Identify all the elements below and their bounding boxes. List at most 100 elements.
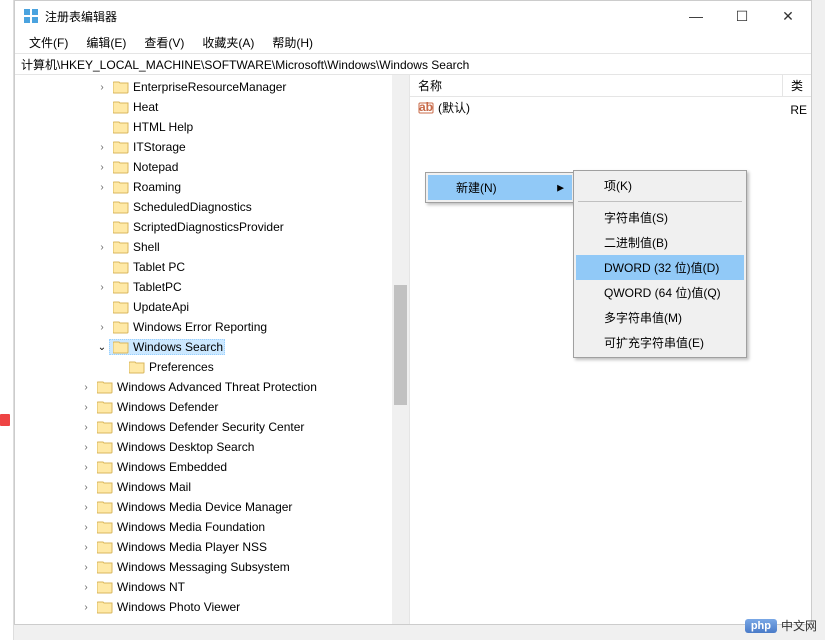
folder-icon bbox=[113, 140, 129, 154]
tree-label-wrap: Notepad bbox=[109, 160, 180, 174]
context-menu-separator bbox=[578, 201, 742, 202]
menu-edit[interactable]: 编辑(E) bbox=[78, 32, 134, 53]
address-text: 计算机\HKEY_LOCAL_MACHINE\SOFTWARE\Microsof… bbox=[21, 56, 469, 73]
tree-node-windows-media-foundation[interactable]: ›Windows Media Foundation bbox=[15, 517, 409, 537]
tree-node-shell[interactable]: ›Shell bbox=[15, 237, 409, 257]
tree-scrollbar[interactable] bbox=[392, 75, 409, 624]
chevron-right-icon[interactable]: › bbox=[95, 242, 109, 253]
close-button[interactable]: ✕ bbox=[765, 1, 811, 31]
tree-node-enterpriseresourcemanager[interactable]: › EnterpriseResourceManager bbox=[15, 77, 409, 97]
tree-node-scripteddiagnosticsprovider[interactable]: ScriptedDiagnosticsProvider bbox=[15, 217, 409, 237]
chevron-right-icon[interactable]: › bbox=[95, 82, 109, 93]
chevron-right-icon[interactable]: › bbox=[95, 162, 109, 173]
folder-icon bbox=[97, 500, 113, 514]
chevron-right-icon[interactable]: › bbox=[79, 442, 93, 453]
folder-icon bbox=[113, 320, 129, 334]
chevron-right-icon[interactable]: › bbox=[95, 282, 109, 293]
tree-node-windows-advanced-threat-protection[interactable]: ›Windows Advanced Threat Protection bbox=[15, 377, 409, 397]
chevron-right-icon[interactable]: › bbox=[79, 422, 93, 433]
tree-node-preferences[interactable]: Preferences bbox=[15, 357, 409, 377]
chevron-right-icon[interactable]: › bbox=[79, 542, 93, 553]
tree-node-tablet-pc[interactable]: Tablet PC bbox=[15, 257, 409, 277]
tree-node-heat[interactable]: Heat bbox=[15, 97, 409, 117]
list-data-prefix: RE bbox=[790, 103, 807, 117]
tree-node-label: TabletPC bbox=[133, 280, 182, 294]
chevron-right-icon[interactable]: › bbox=[95, 142, 109, 153]
context-item-dword[interactable]: DWORD (32 位)值(D) bbox=[576, 255, 744, 280]
context-item-expandstring[interactable]: 可扩充字符串值(E) bbox=[576, 330, 744, 355]
chevron-right-icon[interactable]: › bbox=[95, 182, 109, 193]
chevron-right-icon[interactable]: › bbox=[79, 482, 93, 493]
tree-node-windows-nt[interactable]: ›Windows NT bbox=[15, 577, 409, 597]
tree-node-windows-error-reporting[interactable]: ›Windows Error Reporting bbox=[15, 317, 409, 337]
tree-node-windows-desktop-search[interactable]: ›Windows Desktop Search bbox=[15, 437, 409, 457]
chevron-right-icon[interactable]: › bbox=[79, 502, 93, 513]
registry-tree: ›EnterpriseResourceManagerHeatHTML Help›… bbox=[15, 75, 409, 619]
folder-icon bbox=[129, 360, 145, 374]
folder-icon bbox=[113, 200, 129, 214]
menu-view[interactable]: 查看(V) bbox=[136, 32, 192, 53]
tree-node-label: Tablet PC bbox=[133, 260, 185, 274]
tree-node-html-help[interactable]: HTML Help bbox=[15, 117, 409, 137]
chevron-right-icon[interactable]: › bbox=[79, 582, 93, 593]
tree-node-windows-defender-security-center[interactable]: ›Windows Defender Security Center bbox=[15, 417, 409, 437]
chevron-right-icon[interactable]: › bbox=[79, 602, 93, 613]
tree-scrollbar-thumb[interactable] bbox=[394, 285, 407, 405]
chevron-right-icon[interactable]: › bbox=[79, 522, 93, 533]
tree-node-tabletpc[interactable]: › TabletPC bbox=[15, 277, 409, 297]
tree-node-label: Windows Embedded bbox=[117, 460, 227, 474]
context-item-multistring[interactable]: 多字符串值(M) bbox=[576, 305, 744, 330]
tree-label-wrap: Preferences bbox=[125, 360, 216, 374]
folder-icon bbox=[97, 560, 113, 574]
tree-node-windows-media-player-nss[interactable]: ›Windows Media Player NSS bbox=[15, 537, 409, 557]
tree-node-scheduleddiagnostics[interactable]: ScheduledDiagnostics bbox=[15, 197, 409, 217]
context-item-label: 可扩充字符串值(E) bbox=[604, 336, 704, 350]
tree-label-wrap: Windows Media Device Manager bbox=[93, 500, 294, 514]
tree-label-wrap: Windows Mail bbox=[93, 480, 193, 494]
folder-icon bbox=[97, 440, 113, 454]
chevron-down-icon[interactable]: ⌄ bbox=[95, 342, 109, 353]
menubar: 文件(F) 编辑(E) 查看(V) 收藏夹(A) 帮助(H) bbox=[15, 31, 811, 53]
menu-help[interactable]: 帮助(H) bbox=[264, 32, 321, 53]
chevron-right-icon[interactable]: › bbox=[79, 382, 93, 393]
chevron-right-icon[interactable]: › bbox=[79, 462, 93, 473]
menu-favorites[interactable]: 收藏夹(A) bbox=[194, 32, 262, 53]
context-item-key[interactable]: 项(K) bbox=[576, 173, 744, 198]
tree-node-windows-mail[interactable]: ›Windows Mail bbox=[15, 477, 409, 497]
folder-icon bbox=[113, 100, 129, 114]
tree-label-wrap: ScriptedDiagnosticsProvider bbox=[109, 220, 286, 234]
tree-node-windows-media-device-manager[interactable]: ›Windows Media Device Manager bbox=[15, 497, 409, 517]
tree-node-roaming[interactable]: ›Roaming bbox=[15, 177, 409, 197]
tree-node-notepad[interactable]: ›Notepad bbox=[15, 157, 409, 177]
tree-node-itstorage[interactable]: ›ITStorage bbox=[15, 137, 409, 157]
chevron-right-icon[interactable]: › bbox=[79, 402, 93, 413]
tree-node-windows-photo-viewer[interactable]: ›Windows Photo Viewer bbox=[15, 597, 409, 617]
tree-node-windows-messaging-subsystem[interactable]: ›Windows Messaging Subsystem bbox=[15, 557, 409, 577]
context-item-binary[interactable]: 二进制值(B) bbox=[576, 230, 744, 255]
context-item-label: 多字符串值(M) bbox=[604, 311, 682, 325]
chevron-right-icon[interactable]: › bbox=[79, 562, 93, 573]
address-bar[interactable]: 计算机\HKEY_LOCAL_MACHINE\SOFTWARE\Microsof… bbox=[15, 53, 811, 75]
menu-file[interactable]: 文件(F) bbox=[21, 32, 76, 53]
tree-node-windows-embedded[interactable]: › Windows Embedded bbox=[15, 457, 409, 477]
context-item-string[interactable]: 字符串值(S) bbox=[576, 205, 744, 230]
list-row-default[interactable]: ab (默认) bbox=[410, 97, 811, 118]
tree-node-label: ScheduledDiagnostics bbox=[133, 200, 252, 214]
tree-label-wrap: ScheduledDiagnostics bbox=[109, 200, 254, 214]
tree-node-updateapi[interactable]: UpdateApi bbox=[15, 297, 409, 317]
folder-icon bbox=[97, 580, 113, 594]
column-type[interactable]: 类 bbox=[783, 75, 811, 96]
tree-node-windows-defender[interactable]: ›Windows Defender bbox=[15, 397, 409, 417]
maximize-button[interactable]: ☐ bbox=[719, 1, 765, 31]
folder-icon bbox=[113, 120, 129, 134]
tree-label-wrap: Windows Advanced Threat Protection bbox=[93, 380, 319, 394]
tree-node-label: EnterpriseResourceManager bbox=[133, 80, 286, 94]
tree-node-windows-search[interactable]: ⌄Windows Search bbox=[15, 337, 409, 357]
minimize-button[interactable]: — bbox=[673, 1, 719, 31]
tree-pane[interactable]: ›EnterpriseResourceManagerHeatHTML Help›… bbox=[15, 75, 410, 624]
chevron-right-icon[interactable]: › bbox=[95, 322, 109, 333]
column-name[interactable]: 名称 bbox=[410, 75, 783, 96]
context-item-qword[interactable]: QWORD (64 位)值(Q) bbox=[576, 280, 744, 305]
context-item-new[interactable]: 新建(N) ▶ bbox=[428, 175, 572, 200]
tree-label-wrap: TabletPC bbox=[109, 280, 184, 294]
